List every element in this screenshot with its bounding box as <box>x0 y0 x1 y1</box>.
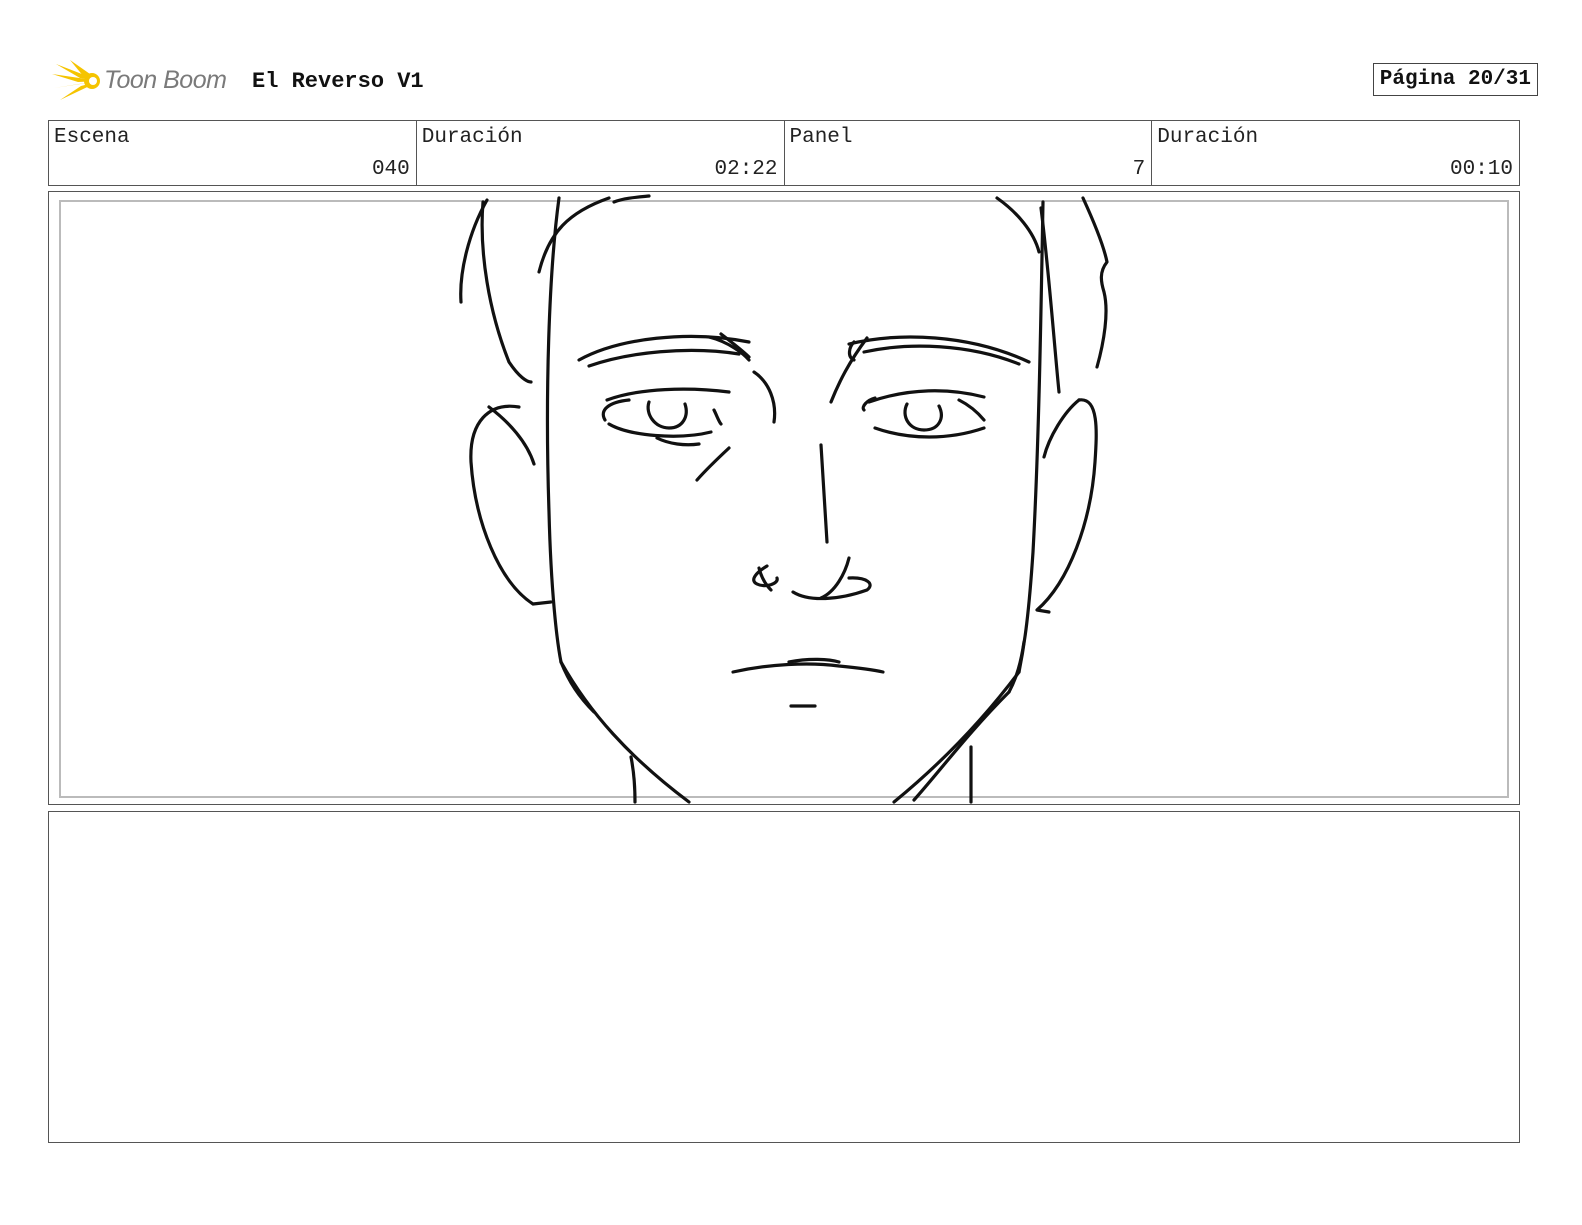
panel-duration-cell: Duración 00:10 <box>1152 121 1519 185</box>
storyboard-panel <box>48 191 1520 805</box>
scene-info-table: Escena 040 Duración 02:22 Panel 7 Duraci… <box>48 120 1520 186</box>
scene-duration-value: 02:22 <box>714 158 778 181</box>
panel-label: Panel <box>789 126 853 149</box>
panel-value: 7 <box>1132 158 1146 181</box>
project-title: El Reverso V1 <box>252 69 424 94</box>
toon-boom-logo: Toon Boom <box>52 58 242 104</box>
scene-value: 040 <box>371 158 410 181</box>
scene-duration-label: Duración <box>421 126 523 149</box>
starburst-icon <box>52 60 100 100</box>
panel-notes-box[interactable] <box>48 811 1520 1143</box>
page-header: Toon Boom El Reverso V1 Página 20/31 <box>52 56 1540 106</box>
face-sketch <box>459 194 1109 804</box>
scene-duration-cell: Duración 02:22 <box>417 121 785 185</box>
logo-text: Toon Boom <box>104 66 227 94</box>
page-number: Página 20/31 <box>1372 63 1538 96</box>
scene-label: Escena <box>54 126 130 149</box>
panel-cell: Panel 7 <box>785 121 1153 185</box>
panel-duration-value: 00:10 <box>1449 158 1513 181</box>
panel-duration-label: Duración <box>1157 126 1259 149</box>
scene-cell: Escena 040 <box>49 121 417 185</box>
